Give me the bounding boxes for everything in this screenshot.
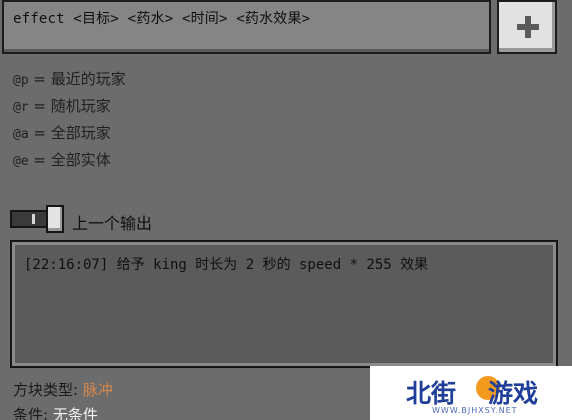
selector-code: @r xyxy=(13,100,29,115)
selector-separator: = xyxy=(28,151,51,169)
selector-label: 随机玩家 xyxy=(50,97,111,115)
plus-icon xyxy=(517,16,539,38)
selector-separator: = xyxy=(28,97,51,115)
toggle-on-mark-icon xyxy=(32,214,35,224)
selector-code: @p xyxy=(13,73,29,88)
selector-code: @a xyxy=(13,127,29,142)
watermark-url: WWW.BJHXSY.NET xyxy=(432,406,518,415)
watermark-text-2: 游戏 xyxy=(488,379,539,408)
previous-output-toggle[interactable] xyxy=(10,205,64,233)
add-button[interactable] xyxy=(497,0,557,54)
condition-label: 条件: xyxy=(13,406,53,420)
condition-value[interactable]: 无条件 xyxy=(53,406,98,420)
selector-item-r: @r = 随机玩家 xyxy=(13,95,126,122)
command-block-screen: effect <目标> <药水> <时间> <药水效果> @p = 最近的玩家 … xyxy=(0,0,572,420)
command-input-text: effect <目标> <药水> <时间> <药水效果> xyxy=(13,11,311,27)
toggle-knob[interactable] xyxy=(46,205,64,233)
block-type-setting[interactable]: 方块类型: 脉冲 xyxy=(13,379,113,400)
previous-output-label: 上一个输出 xyxy=(72,214,153,233)
selector-item-a: @a = 全部玩家 xyxy=(13,122,126,149)
block-type-label: 方块类型: xyxy=(13,381,83,399)
watermark-text-1: 北街 xyxy=(406,379,457,408)
selector-label: 最近的玩家 xyxy=(50,70,126,88)
output-text: [22:16:07] 给予 king 时长为 2 秒的 speed * 255 … xyxy=(24,257,429,273)
selector-item-p: @p = 最近的玩家 xyxy=(13,68,126,95)
selector-label: 全部实体 xyxy=(50,151,111,169)
block-type-value[interactable]: 脉冲 xyxy=(83,381,113,399)
selector-separator: = xyxy=(28,124,51,142)
watermark-logo: 北街 游戏 WWW.BJHXSY.NET xyxy=(370,366,572,420)
target-selector-list: @p = 最近的玩家 @r = 随机玩家 @a = 全部玩家 @e = 全部实体 xyxy=(13,68,126,176)
condition-setting[interactable]: 条件: 无条件 xyxy=(13,404,98,420)
selector-item-e: @e = 全部实体 xyxy=(13,149,126,176)
output-box: [22:16:07] 给予 king 时长为 2 秒的 speed * 255 … xyxy=(10,240,558,368)
selector-label: 全部玩家 xyxy=(50,124,111,142)
selector-code: @e xyxy=(13,154,29,169)
command-input[interactable]: effect <目标> <药水> <时间> <药水效果> xyxy=(2,0,491,54)
selector-separator: = xyxy=(28,70,51,88)
